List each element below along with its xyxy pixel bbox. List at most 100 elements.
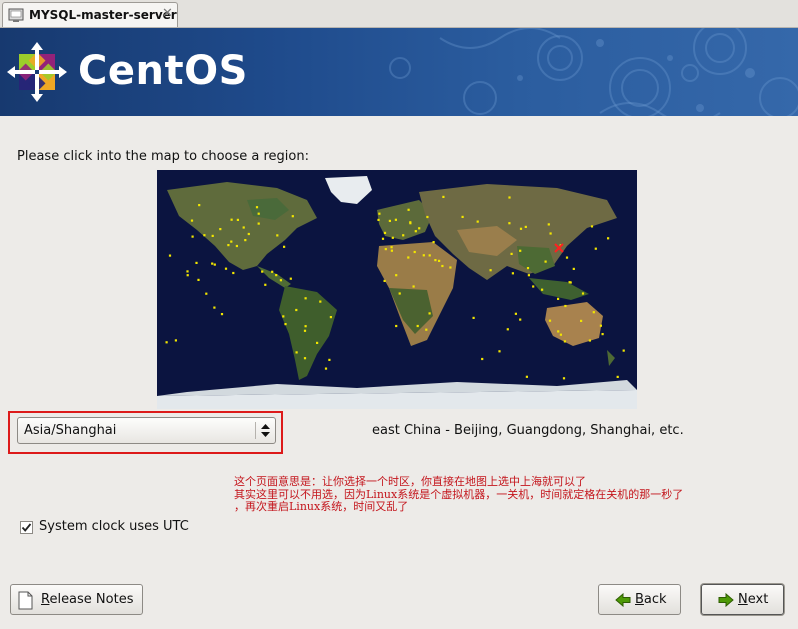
city-dot[interactable]: [295, 351, 298, 354]
city-dot[interactable]: [383, 231, 387, 234]
city-dot[interactable]: [432, 241, 435, 244]
city-dot[interactable]: [563, 340, 566, 343]
city-dot[interactable]: [203, 234, 206, 237]
city-dot[interactable]: [388, 219, 391, 222]
city-dot[interactable]: [594, 247, 597, 250]
city-dot[interactable]: [304, 297, 307, 300]
city-dot[interactable]: [242, 226, 245, 229]
city-dot[interactable]: [441, 264, 444, 268]
city-dot[interactable]: [557, 297, 560, 300]
city-dot[interactable]: [291, 215, 294, 218]
city-dot[interactable]: [197, 278, 200, 281]
city-dot[interactable]: [559, 333, 562, 336]
city-dot[interactable]: [324, 367, 328, 370]
city-dot[interactable]: [377, 218, 380, 221]
city-dot[interactable]: [407, 208, 410, 211]
timezone-select[interactable]: Asia/Shanghai: [17, 417, 276, 444]
utc-checkbox-label[interactable]: System clock uses UTC: [39, 519, 189, 534]
city-dot[interactable]: [190, 219, 194, 222]
city-dot[interactable]: [599, 324, 602, 327]
city-dot[interactable]: [230, 218, 233, 221]
city-dot[interactable]: [319, 300, 322, 303]
city-dot[interactable]: [395, 324, 398, 328]
city-dot[interactable]: [211, 234, 214, 237]
city-dot[interactable]: [506, 328, 509, 331]
city-dot[interactable]: [255, 206, 259, 209]
city-dot[interactable]: [425, 328, 428, 331]
city-dot[interactable]: [198, 204, 201, 207]
city-dot[interactable]: [398, 292, 401, 295]
city-dot[interactable]: [434, 259, 437, 262]
city-dot[interactable]: [407, 256, 410, 259]
city-dot[interactable]: [557, 330, 560, 333]
city-dot[interactable]: [328, 358, 331, 361]
city-dot[interactable]: [418, 227, 421, 230]
city-dot[interactable]: [461, 215, 464, 218]
city-dot[interactable]: [549, 232, 552, 235]
city-dot[interactable]: [564, 304, 567, 308]
city-dot[interactable]: [174, 339, 177, 342]
city-dot[interactable]: [472, 316, 475, 319]
city-dot[interactable]: [284, 323, 287, 326]
city-dot[interactable]: [476, 220, 479, 223]
city-dot[interactable]: [510, 252, 513, 255]
city-dot[interactable]: [581, 292, 585, 295]
city-dot[interactable]: [519, 249, 522, 252]
city-dot[interactable]: [213, 306, 216, 309]
city-dot[interactable]: [402, 234, 405, 237]
city-dot[interactable]: [438, 259, 441, 262]
city-dot[interactable]: [329, 316, 332, 319]
city-dot[interactable]: [247, 232, 250, 236]
city-dot[interactable]: [261, 270, 264, 273]
city-dot[interactable]: [271, 270, 274, 273]
city-dot[interactable]: [519, 318, 522, 321]
city-dot[interactable]: [449, 266, 452, 269]
world-timezone-map[interactable]: [157, 170, 637, 409]
city-dot[interactable]: [236, 218, 239, 221]
city-dot[interactable]: [390, 246, 393, 249]
city-dot[interactable]: [508, 222, 511, 225]
city-dot[interactable]: [283, 245, 286, 248]
city-dot[interactable]: [526, 267, 530, 270]
city-dot[interactable]: [519, 227, 523, 230]
city-dot[interactable]: [168, 254, 172, 257]
city-dot[interactable]: [601, 333, 604, 336]
city-dot[interactable]: [525, 375, 528, 378]
city-dot[interactable]: [303, 357, 307, 360]
city-dot[interactable]: [230, 240, 233, 243]
city-dot[interactable]: [289, 277, 292, 280]
city-dot[interactable]: [257, 212, 260, 215]
city-dot[interactable]: [378, 212, 381, 215]
city-dot[interactable]: [592, 311, 595, 314]
city-dot[interactable]: [165, 341, 168, 344]
tab-mysql-master-server[interactable]: MYSQL-master-server ✕: [2, 2, 178, 27]
city-dot[interactable]: [276, 234, 279, 237]
city-dot[interactable]: [580, 319, 583, 322]
city-dot[interactable]: [426, 215, 429, 219]
city-dot[interactable]: [232, 271, 235, 275]
utc-checkbox[interactable]: [20, 521, 33, 534]
city-dot[interactable]: [569, 281, 572, 284]
city-dot[interactable]: [275, 274, 278, 277]
city-dot[interactable]: [414, 230, 417, 233]
city-dot[interactable]: [227, 244, 230, 247]
release-notes-button[interactable]: Release Notes: [10, 584, 143, 615]
city-dot[interactable]: [565, 256, 569, 259]
city-dot[interactable]: [547, 223, 550, 226]
city-dot[interactable]: [607, 237, 610, 240]
city-dot[interactable]: [220, 313, 224, 316]
city-dot[interactable]: [508, 196, 511, 199]
city-dot[interactable]: [264, 283, 267, 286]
city-dot[interactable]: [409, 222, 412, 225]
city-dot[interactable]: [428, 254, 431, 257]
city-dot[interactable]: [303, 329, 307, 332]
city-dot[interactable]: [235, 244, 238, 248]
city-dot[interactable]: [588, 339, 591, 342]
city-dot[interactable]: [498, 350, 501, 353]
city-dot[interactable]: [489, 269, 492, 272]
city-dot[interactable]: [544, 260, 547, 263]
city-dot[interactable]: [224, 267, 228, 270]
city-dot[interactable]: [381, 237, 385, 240]
next-button[interactable]: Next: [701, 584, 784, 615]
city-dot[interactable]: [391, 236, 394, 239]
